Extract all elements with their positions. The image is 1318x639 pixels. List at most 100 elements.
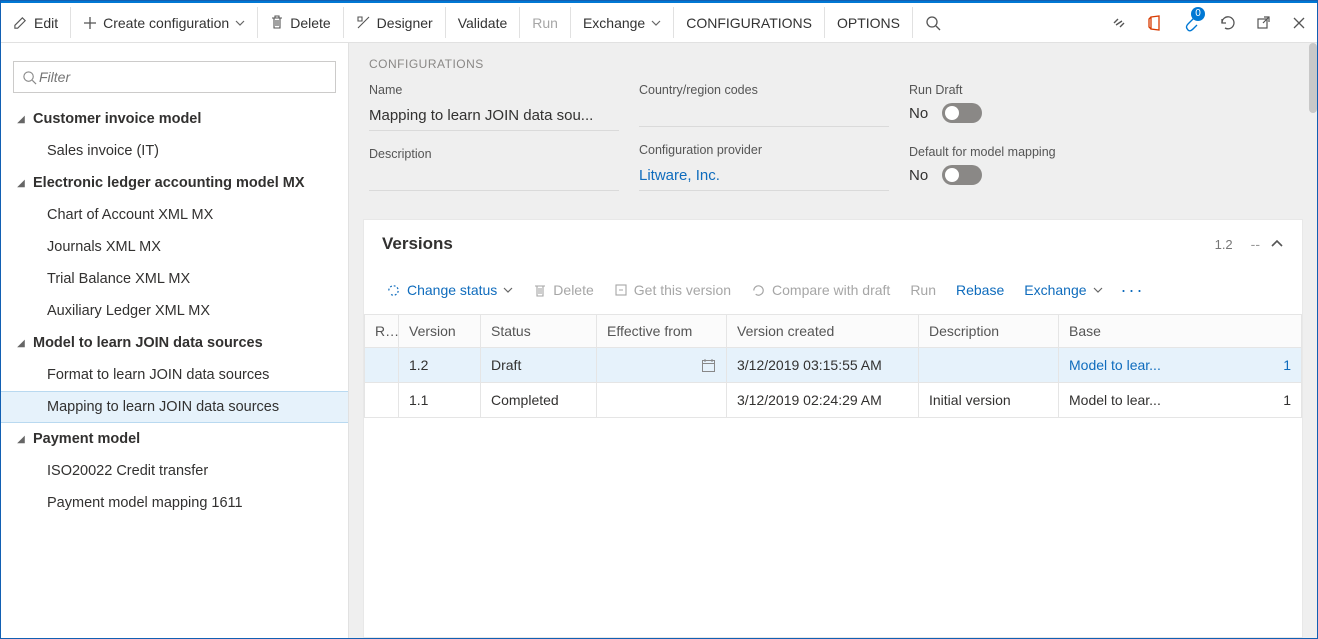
designer-button[interactable]: Designer bbox=[344, 3, 445, 42]
exchange-button[interactable]: Exchange bbox=[571, 3, 673, 42]
search-button[interactable] bbox=[913, 3, 953, 42]
attachments-badge: 0 bbox=[1191, 7, 1205, 21]
scrollbar[interactable] bbox=[1309, 43, 1317, 113]
cell-effective[interactable] bbox=[597, 383, 727, 418]
office-icon bbox=[1147, 15, 1163, 31]
plus-icon bbox=[83, 16, 97, 30]
tree-item-iso20022-credit[interactable]: ISO20022 Credit transfer bbox=[1, 455, 348, 487]
validate-button[interactable]: Validate bbox=[446, 3, 520, 42]
version-delete-button: Delete bbox=[525, 278, 601, 302]
create-configuration-button[interactable]: Create configuration bbox=[71, 3, 257, 42]
edit-button[interactable]: Edit bbox=[1, 3, 70, 42]
cell-created: 3/12/2019 02:24:29 AM bbox=[727, 383, 919, 418]
rebase-button[interactable]: Rebase bbox=[948, 278, 1012, 302]
versions-grid: R... Version Status Effective from Versi… bbox=[364, 314, 1302, 418]
options-label: OPTIONS bbox=[837, 15, 900, 31]
close-button[interactable] bbox=[1281, 3, 1317, 43]
versions-toolbar: Change status Delete Get this version Co… bbox=[364, 268, 1302, 314]
tree-group-customer-invoice[interactable]: ◢Customer invoice model bbox=[1, 103, 348, 135]
refresh-button[interactable] bbox=[1209, 3, 1245, 43]
filter-box[interactable] bbox=[13, 61, 336, 93]
cell-created: 3/12/2019 03:15:55 AM bbox=[727, 348, 919, 383]
create-configuration-label: Create configuration bbox=[103, 15, 229, 31]
chevron-down-icon bbox=[503, 285, 513, 295]
link-icon bbox=[1111, 16, 1127, 30]
section-title: CONFIGURATIONS bbox=[369, 57, 1297, 71]
defaultmap-value: No bbox=[909, 167, 928, 184]
tree-item-format-join[interactable]: Format to learn JOIN data sources bbox=[1, 359, 348, 391]
defaultmap-toggle[interactable] bbox=[942, 165, 982, 185]
table-row[interactable]: 1.2Draft3/12/2019 03:15:55 AMModel to le… bbox=[365, 348, 1302, 383]
window-controls: 0 bbox=[1101, 3, 1317, 42]
options-button[interactable]: OPTIONS bbox=[825, 3, 912, 42]
main-toolbar: Edit Create configuration Delete Designe… bbox=[1, 3, 1317, 43]
rundraft-label: Run Draft bbox=[909, 83, 1109, 97]
version-more-button[interactable]: ··· bbox=[1115, 280, 1151, 301]
refresh-icon bbox=[1219, 14, 1236, 31]
get-version-icon bbox=[614, 283, 628, 297]
grid-header-row: R... Version Status Effective from Versi… bbox=[365, 315, 1302, 348]
rundraft-value: No bbox=[909, 105, 928, 122]
detail-pane: CONFIGURATIONS Name Mapping to learn JOI… bbox=[349, 43, 1317, 638]
change-status-button[interactable]: Change status bbox=[378, 278, 521, 302]
provider-value[interactable]: Litware, Inc. bbox=[639, 163, 889, 191]
description-value[interactable] bbox=[369, 167, 619, 191]
popout-button[interactable] bbox=[1245, 3, 1281, 43]
chevron-down-icon bbox=[651, 18, 661, 28]
cell-status: Draft bbox=[481, 348, 597, 383]
tree-group-electronic-ledger[interactable]: ◢Electronic ledger accounting model MX bbox=[1, 167, 348, 199]
filter-search-icon bbox=[22, 70, 37, 85]
version-exchange-button[interactable]: Exchange bbox=[1016, 278, 1110, 302]
col-description[interactable]: Description bbox=[919, 315, 1059, 348]
tree-item-trial-balance[interactable]: Trial Balance XML MX bbox=[1, 263, 348, 295]
get-version-button: Get this version bbox=[606, 278, 739, 302]
cell-version: 1.1 bbox=[399, 383, 481, 418]
defaultmap-label: Default for model mapping bbox=[909, 145, 1109, 159]
description-label: Description bbox=[369, 147, 619, 161]
popout-icon bbox=[1256, 15, 1271, 30]
filter-input[interactable] bbox=[37, 68, 327, 86]
cell-status: Completed bbox=[481, 383, 597, 418]
cell-effective[interactable] bbox=[597, 348, 727, 383]
tree-item-chart-of-account[interactable]: Chart of Account XML MX bbox=[1, 199, 348, 231]
col-created[interactable]: Version created bbox=[727, 315, 919, 348]
country-value[interactable] bbox=[639, 103, 889, 127]
versions-header-dash: -- bbox=[1251, 236, 1260, 252]
col-base[interactable]: Base bbox=[1059, 315, 1302, 348]
delete-label: Delete bbox=[290, 15, 330, 31]
col-effective[interactable]: Effective from bbox=[597, 315, 727, 348]
col-r[interactable]: R... bbox=[365, 315, 399, 348]
edit-label: Edit bbox=[34, 15, 58, 31]
trash-icon bbox=[270, 15, 284, 30]
versions-collapse-button[interactable] bbox=[1270, 237, 1284, 251]
tree-item-mapping-join[interactable]: Mapping to learn JOIN data sources bbox=[1, 391, 348, 423]
office-icon-button[interactable] bbox=[1137, 3, 1173, 43]
tree-group-model-join[interactable]: ◢Model to learn JOIN data sources bbox=[1, 327, 348, 359]
link-icon-button[interactable] bbox=[1101, 3, 1137, 43]
delete-button[interactable]: Delete bbox=[258, 3, 342, 42]
cell-r bbox=[365, 348, 399, 383]
tree-item-journals-xml[interactable]: Journals XML MX bbox=[1, 231, 348, 263]
trash-icon bbox=[533, 283, 547, 298]
compare-draft-button: Compare with draft bbox=[743, 278, 898, 302]
chevron-down-icon bbox=[235, 18, 245, 28]
provider-label: Configuration provider bbox=[639, 143, 889, 157]
cell-description: Initial version bbox=[919, 383, 1059, 418]
attachments-button[interactable]: 0 bbox=[1173, 3, 1209, 43]
tree-item-sales-invoice-it[interactable]: Sales invoice (IT) bbox=[1, 135, 348, 167]
validate-label: Validate bbox=[458, 15, 508, 31]
close-icon bbox=[1292, 16, 1306, 30]
tree-item-payment-mapping-1611[interactable]: Payment model mapping 1611 bbox=[1, 487, 348, 519]
navigation-tree-pane: ◢Customer invoice model Sales invoice (I… bbox=[1, 43, 349, 638]
run-button: Run bbox=[520, 3, 570, 42]
name-value[interactable]: Mapping to learn JOIN data sou... bbox=[369, 103, 619, 131]
versions-header-version: 1.2 bbox=[1215, 237, 1233, 252]
col-status[interactable]: Status bbox=[481, 315, 597, 348]
tree-item-auxiliary-ledger[interactable]: Auxiliary Ledger XML MX bbox=[1, 295, 348, 327]
table-row[interactable]: 1.1Completed 3/12/2019 02:24:29 AMInitial… bbox=[365, 383, 1302, 418]
cell-version: 1.2 bbox=[399, 348, 481, 383]
tree-group-payment-model[interactable]: ◢Payment model bbox=[1, 423, 348, 455]
configurations-button[interactable]: CONFIGURATIONS bbox=[674, 3, 824, 42]
rundraft-toggle[interactable] bbox=[942, 103, 982, 123]
col-version[interactable]: Version bbox=[399, 315, 481, 348]
